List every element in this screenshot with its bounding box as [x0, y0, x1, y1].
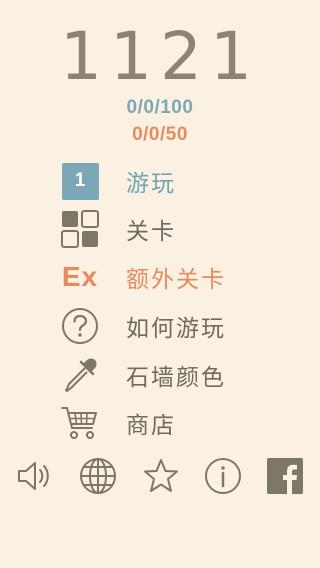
menu-item-play[interactable]: 1 游玩 [58, 161, 278, 201]
cart-icon [58, 403, 102, 443]
eyedropper-icon [58, 355, 102, 395]
ex-badge: Ex [61, 261, 99, 292]
menu-item-shop[interactable]: 商店 [58, 403, 278, 443]
game-title: 1121 [60, 18, 260, 95]
facebook-icon[interactable] [265, 456, 305, 496]
question-icon [58, 306, 102, 346]
ex-icon: Ex [58, 257, 102, 297]
menu-item-label: 石墙颜色 [126, 365, 226, 391]
menu-item-extra-levels[interactable]: Ex 额外关卡 [58, 257, 278, 297]
menu-item-label: 额外关卡 [126, 267, 226, 293]
menu-item-label: 关卡 [126, 219, 176, 245]
menu-item-wall-color[interactable]: 石墙颜色 [58, 355, 278, 395]
grid-icon [58, 209, 102, 249]
info-icon[interactable] [203, 456, 243, 496]
progress-counter-blue: 0/0/100 [126, 97, 194, 118]
sound-icon[interactable] [15, 456, 55, 496]
level-badge-icon: 1 [58, 161, 102, 201]
main-menu-screen: 1121 0/0/100 0/0/50 1 游玩 关卡 Ex 额外关卡 如何游玩… [0, 0, 320, 568]
menu-item-label: 如何游玩 [126, 316, 226, 342]
progress-counter-orange: 0/0/50 [132, 124, 188, 145]
menu-item-label: 商店 [126, 413, 176, 439]
menu-item-label: 游玩 [126, 171, 176, 197]
menu-item-levels[interactable]: 关卡 [58, 209, 278, 249]
level-badge: 1 [61, 162, 99, 200]
star-icon[interactable] [141, 456, 181, 496]
globe-icon[interactable] [78, 456, 118, 496]
bottom-toolbar [0, 452, 320, 502]
menu-item-how-to-play[interactable]: 如何游玩 [58, 306, 278, 346]
